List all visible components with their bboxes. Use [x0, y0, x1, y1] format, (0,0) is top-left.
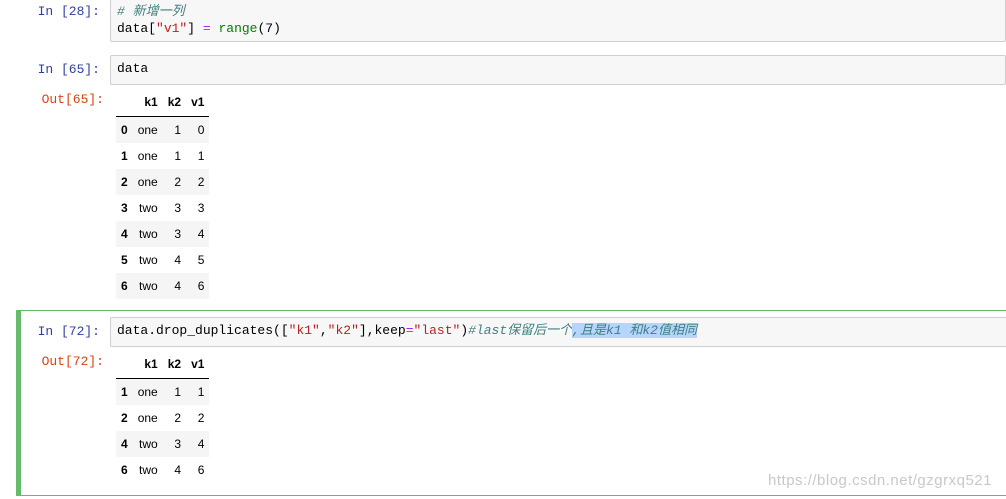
table-cell-v1: 6: [197, 463, 205, 477]
row-index: 3: [121, 201, 128, 215]
table-row: 0 one 1 0: [116, 116, 210, 143]
input-prompt: In [28]:: [37, 4, 100, 19]
row-index: 2: [121, 411, 128, 425]
table-cell-v1: 4: [197, 227, 205, 241]
code-editor[interactable]: data: [110, 55, 1006, 85]
table-cell-k2: 3: [174, 437, 182, 451]
code-operator: =: [405, 323, 414, 338]
table-cell-k2: 1: [174, 123, 182, 137]
table-cell-k1: one: [137, 175, 158, 189]
input-prompt: In [72]:: [37, 324, 100, 339]
selected-text[interactable]: ,且是k1 和k2值相同: [572, 323, 697, 338]
table-cell-k1: two: [139, 437, 158, 451]
dataframe-table: k1 k2 v1 1 one 1 1 2 one 2 2 4 two 3 4 6 two 4 6: [116, 350, 210, 483]
table-cell-k2: 1: [174, 385, 182, 399]
table-cell-v1: 1: [197, 385, 205, 399]
table-row: 4 two 3 4: [116, 221, 210, 247]
row-index: 6: [121, 463, 128, 477]
code-cell-28[interactable]: In [28]: # 新增一列 data["v1"] = range(7): [0, 0, 1006, 48]
table-cell-k1: two: [139, 279, 158, 293]
row-index: 1: [121, 385, 128, 399]
table-cell-v1: 1: [197, 149, 205, 163]
code-cell-72[interactable]: In [72]: data.drop_duplicates(["k1","k2"…: [16, 310, 1006, 496]
code-string: "last": [413, 323, 461, 338]
table-cell-v1: 4: [197, 437, 205, 451]
table-row: 6 two 4 6: [116, 273, 210, 299]
table-cell-k1: two: [139, 463, 158, 477]
code-editor[interactable]: # 新增一列 data["v1"] = range(7): [110, 0, 1006, 42]
column-header: v1: [186, 350, 210, 379]
table-cell-v1: 2: [197, 411, 205, 425]
row-index: 1: [121, 149, 128, 163]
table-cell-k1: two: [139, 253, 158, 267]
table-cell-k2: 2: [174, 411, 182, 425]
row-index: 0: [121, 123, 128, 137]
table-header-row: k1 k2 v1: [116, 350, 210, 379]
row-index: 6: [121, 279, 128, 293]
table-row: 3 two 3 3: [116, 195, 209, 221]
index-header: [116, 350, 133, 379]
table-cell-k1: one: [137, 385, 158, 399]
code-token: ]: [187, 21, 203, 36]
table-cell-k1: one: [137, 123, 158, 137]
table-row: 1 one 1 1: [116, 378, 210, 405]
watermark: https://blog.csdn.net/gzgrxq521: [768, 472, 992, 489]
table-cell-k1: one: [137, 149, 158, 163]
column-header: k2: [162, 88, 187, 117]
code-builtin: range: [218, 21, 258, 36]
input-prompt: In [65]:: [37, 62, 100, 77]
table-cell-k2: 4: [174, 279, 182, 293]
index-header: [116, 88, 133, 117]
code-cell-65[interactable]: In [65]: data Out[65]: k1 k2 v1 0 one 1 0 1 o…: [0, 52, 1006, 302]
code-token: ],keep: [358, 323, 406, 338]
table-cell-v1: 3: [197, 201, 205, 215]
code-comment: # 新增一列: [117, 4, 185, 19]
column-header: k1: [132, 350, 163, 379]
code-token: ,: [319, 323, 328, 338]
code-token: data: [117, 61, 149, 76]
code-comment: #last保留后一个: [468, 323, 573, 338]
code-token: data.drop_duplicates([: [117, 323, 289, 338]
table-cell-k1: one: [137, 411, 158, 425]
table-header-row: k1 k2 v1: [116, 88, 210, 117]
output-prompt: Out[65]:: [41, 92, 104, 107]
row-index: 4: [121, 437, 128, 451]
code-editor[interactable]: data.drop_duplicates(["k1","k2"],keep="l…: [110, 317, 1006, 347]
code-token: ): [460, 323, 469, 338]
table-cell-k2: 3: [174, 201, 182, 215]
table-row: 2 one 2 2: [116, 405, 209, 431]
row-index: 2: [121, 175, 128, 189]
table-cell-k1: two: [139, 201, 158, 215]
table-row: 1 one 1 1: [116, 143, 209, 169]
table-row: 6 two 4 6: [116, 457, 209, 483]
row-index: 4: [121, 227, 128, 241]
table-cell-k2: 1: [174, 149, 182, 163]
table-cell-k2: 2: [174, 175, 182, 189]
code-operator: =: [202, 21, 211, 36]
table-cell-k1: two: [139, 227, 158, 241]
column-header: k2: [162, 350, 187, 379]
table-cell-v1: 6: [197, 279, 205, 293]
code-token: data[: [117, 21, 157, 36]
column-header: k1: [132, 88, 163, 117]
column-header: v1: [186, 88, 210, 117]
row-index: 5: [121, 253, 128, 267]
table-cell-k2: 4: [174, 253, 182, 267]
code-string: "v1": [156, 21, 188, 36]
dataframe-table: k1 k2 v1 0 one 1 0 1 one 1 1 2 one 2 2 3 two 3 3 4 two 3 4 5…: [116, 88, 210, 299]
code-token: (7): [257, 21, 281, 36]
table-cell-k2: 3: [174, 227, 182, 241]
table-row: 2 one 2 2: [116, 169, 210, 195]
table-cell-k2: 4: [174, 463, 182, 477]
code-string: "k1": [288, 323, 320, 338]
table-cell-v1: 0: [197, 123, 205, 137]
table-row: 5 two 4 5: [116, 247, 209, 273]
output-prompt: Out[72]:: [41, 354, 104, 369]
table-cell-v1: 5: [197, 253, 205, 267]
code-string: "k2": [327, 323, 359, 338]
table-row: 4 two 3 4: [116, 431, 210, 457]
table-cell-v1: 2: [197, 175, 205, 189]
